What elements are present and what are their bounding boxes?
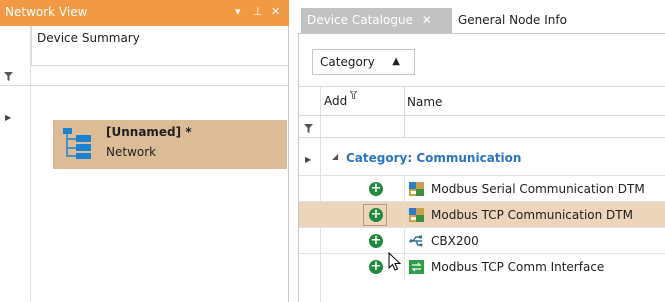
add-filter-cell[interactable] xyxy=(321,116,405,138)
network-name: [Unnamed] * xyxy=(106,125,192,139)
mouse-cursor-icon xyxy=(388,252,402,271)
category-sort-label: Category xyxy=(320,55,375,69)
dtm-icon xyxy=(409,208,424,222)
category-sort-button[interactable]: Category ▲ xyxy=(312,49,415,75)
group-row-communication[interactable]: ◢ Category: Communication xyxy=(299,138,665,175)
group-label: Category: Communication xyxy=(346,151,522,165)
add-cell xyxy=(321,228,405,254)
catalogue-grid: Add Name ▶ ◢ Category: Communication + M… xyxy=(299,86,665,302)
collapse-group-icon[interactable]: ◢ xyxy=(332,152,338,161)
tab-label: General Node Info xyxy=(458,13,567,27)
device-catalogue-panel: Category ▲ Add Name ▶ ◢ Category: Commun… xyxy=(298,33,665,302)
network-type: Network xyxy=(106,145,157,159)
network-view-titlebar: Network View ▾ ⊥ ✕ xyxy=(0,0,289,26)
usb-icon xyxy=(409,235,423,247)
device-summary-header[interactable]: Device Summary xyxy=(31,26,289,66)
filter-icon[interactable] xyxy=(304,124,313,133)
close-icon[interactable]: ✕ xyxy=(271,5,280,19)
sort-ascending-icon: ▲ xyxy=(392,56,400,67)
add-device-button[interactable]: + xyxy=(369,208,383,222)
pin-icon[interactable]: ⊥ xyxy=(253,5,263,19)
column-filter-icon[interactable] xyxy=(350,91,357,99)
catalogue-header-row: Add Name xyxy=(299,86,665,117)
expand-row-icon[interactable]: ▶ xyxy=(5,113,11,122)
add-column-header[interactable]: Add xyxy=(321,87,405,117)
device-row[interactable]: + Modbus Serial Communication DTM xyxy=(299,175,665,202)
filter-icon[interactable] xyxy=(4,72,13,81)
dtm-icon xyxy=(409,182,424,196)
device-name: Modbus TCP Comm Interface xyxy=(431,260,605,274)
device-row-selected[interactable]: + Modbus TCP Communication DTM xyxy=(299,201,665,228)
network-view-panel: Network View ▾ ⊥ ✕ Device Summary ▶ [Unn… xyxy=(0,0,289,302)
comm-interface-icon xyxy=(409,260,424,274)
modified-marker: * xyxy=(185,125,192,139)
add-cell xyxy=(321,176,405,202)
tab-close-icon[interactable]: ✕ xyxy=(422,13,432,27)
add-device-button[interactable]: + xyxy=(369,260,383,274)
network-view-title: Network View xyxy=(5,5,88,19)
name-column-header[interactable]: Name xyxy=(407,95,442,109)
device-name: Modbus TCP Communication DTM xyxy=(431,208,633,222)
dropdown-icon[interactable]: ▾ xyxy=(235,5,241,19)
add-column-label: Add xyxy=(324,94,348,108)
tab-label: Device Catalogue xyxy=(307,13,413,27)
device-row[interactable]: + Modbus TCP Comm Interface xyxy=(299,253,665,280)
network-grid: Device Summary ▶ [Unnamed] * Network xyxy=(0,26,289,302)
device-name: CBX200 xyxy=(431,234,479,248)
tab-device-catalogue[interactable]: Device Catalogue ✕ xyxy=(301,8,452,33)
filter-row xyxy=(299,116,665,138)
network-node[interactable]: [Unnamed] * Network xyxy=(53,120,287,169)
device-row[interactable]: + CBX200 xyxy=(299,227,665,254)
document-tabstrip: Device Catalogue ✕ General Node Info xyxy=(289,0,665,33)
network-tree-icon xyxy=(63,128,91,159)
add-device-button[interactable]: + xyxy=(369,182,383,196)
add-device-button[interactable]: + xyxy=(369,234,383,248)
device-name: Modbus Serial Communication DTM xyxy=(431,182,645,196)
filter-row xyxy=(0,66,289,86)
device-summary-label: Device Summary xyxy=(37,31,140,45)
tab-general-node-info[interactable]: General Node Info xyxy=(452,8,582,33)
